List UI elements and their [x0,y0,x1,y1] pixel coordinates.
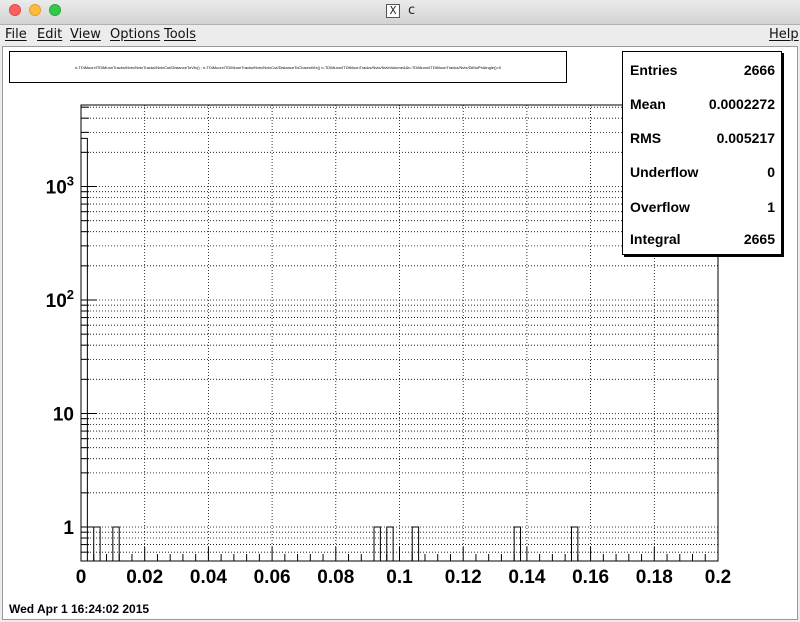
stats-integral: Integral 2665 [630,231,775,251]
x-tick-label: 0.1 [386,567,413,588]
stats-label: Mean [630,96,666,112]
x-tick-label: 0.16 [572,567,609,588]
x-tick-label: 0.08 [317,567,354,588]
timestamp: Wed Apr 1 16:24:02 2015 [9,602,150,616]
stats-value: 2665 [743,231,775,247]
bars-layer [80,137,579,561]
stats-label: Integral [630,231,681,247]
x-tick-label: 0.04 [190,567,227,588]
x-tick-label: 0 [76,567,87,588]
y-tick-label: 103 [46,174,74,199]
stats-value: 0.005217 [716,130,775,146]
stats-rms: RMS 0.005217 [630,130,775,150]
y-tick-label: 102 [46,287,74,312]
histogram-bar [112,526,120,561]
y-tick-label: 1 [63,518,74,539]
x-tick-label: 0.2 [705,567,731,588]
stats-value: 0 [767,164,775,180]
x-tick-label: 0.12 [445,567,482,588]
histogram-title-box: n-TDiMuon/ITDiMuonTracks/Nvtx/NvtxTracks… [9,51,567,83]
stats-label: Entries [630,62,678,78]
stats-value: 0.0002272 [708,96,775,112]
stats-label: RMS [630,130,662,146]
stats-value: 1 [767,199,775,215]
x-tick-label: 0.06 [254,567,291,588]
stats-box[interactable]: Entries 2666 Mean 0.0002272 RMS 0.005217… [622,51,782,255]
stats-mean: Mean 0.0002272 [630,96,775,116]
y-tick-label: 10 [53,405,74,426]
x-tick-label: 0.02 [126,567,163,588]
histogram-bar [373,526,381,561]
stats-label: Underflow [630,164,699,180]
stats-underflow: Underflow 0 [630,164,775,184]
x-tick-label: 0.14 [508,567,545,588]
stats-label: Overflow [630,199,690,215]
stats-value: 2666 [743,62,775,78]
x-tick-label: 0.18 [636,567,673,588]
stats-overflow: Overflow 1 [630,199,775,219]
histogram-title: n-TDiMuon/ITDiMuonTracks/Nvtx/NvtxTracks… [74,65,502,70]
histogram-bar [80,137,88,561]
stats-entries: Entries 2666 [630,62,775,82]
